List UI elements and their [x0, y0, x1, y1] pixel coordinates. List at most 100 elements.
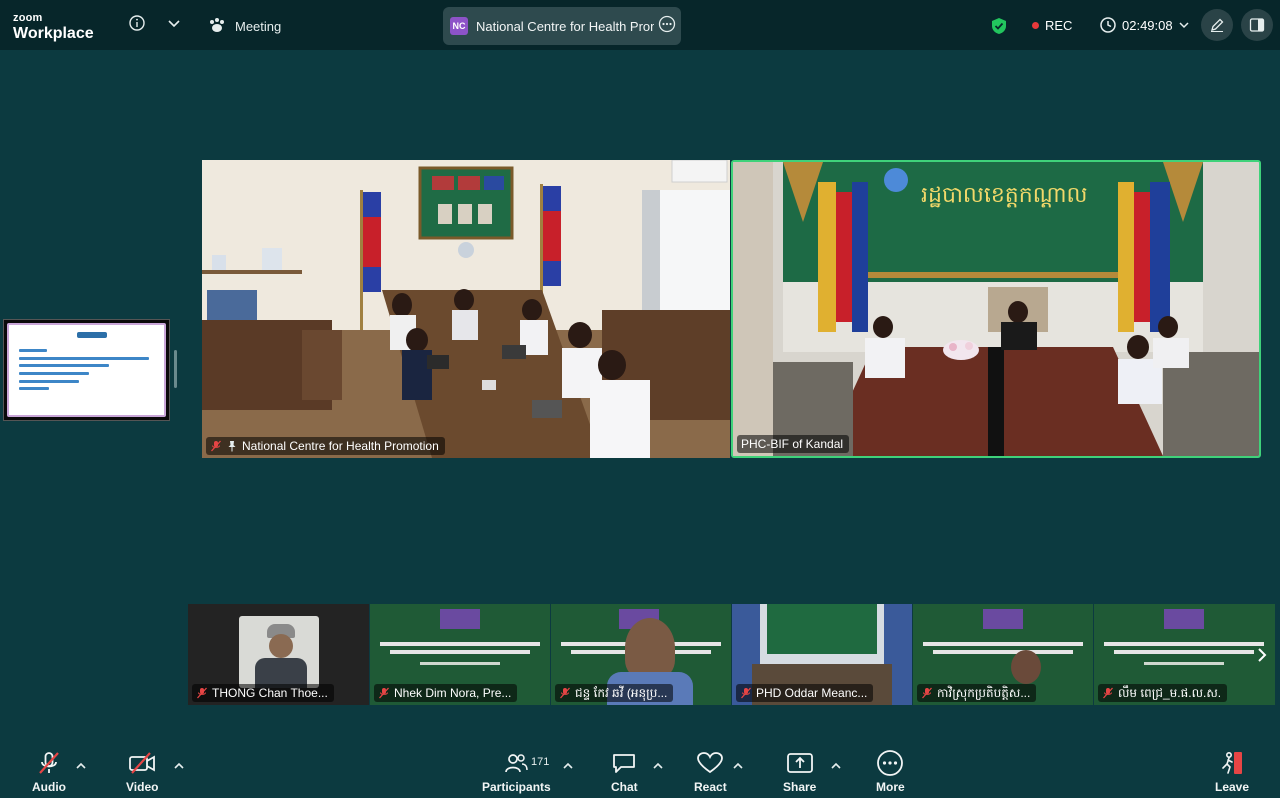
participants-label: Participants	[482, 780, 551, 794]
leave-label: Leave	[1215, 780, 1250, 794]
mic-muted-icon	[379, 687, 389, 699]
tile-name-label: National Centre for Health Promotion	[206, 437, 445, 455]
mic-muted-icon	[211, 440, 221, 452]
pencil-icon	[1211, 18, 1224, 32]
more-icon	[877, 750, 904, 776]
chat-button[interactable]: Chat	[611, 748, 638, 794]
participant-name: National Centre for Health Promotion	[242, 439, 439, 453]
video-tile-phc-bif-kandal[interactable]: រដ្ឋបាលខេត្តកណ្ដាល PHC-BIF of Kandal	[731, 160, 1261, 458]
poster-line	[390, 650, 530, 654]
mic-muted-icon	[1103, 687, 1113, 699]
pin-icon	[228, 441, 236, 452]
slide-line	[19, 372, 89, 375]
react-options-caret[interactable]	[733, 756, 743, 774]
meeting-paw-icon[interactable]	[207, 16, 227, 34]
video-tile-phd-oddar-meanchey[interactable]: PHD Oddar Meanc...	[732, 604, 912, 705]
react-button[interactable]: React	[694, 748, 727, 794]
share-label: Share	[783, 780, 817, 794]
leave-button[interactable]: Leave	[1215, 748, 1249, 794]
audio-options-caret[interactable]	[76, 756, 86, 774]
chat-options-caret[interactable]	[653, 756, 663, 774]
video-options-caret[interactable]	[174, 756, 184, 774]
video-tile-nhek-dim-nora[interactable]: Nhek Dim Nora, Pre...	[370, 604, 550, 705]
poster-line	[933, 650, 1073, 654]
participant-name: ជន្ទ កែវ ឆវី (អនុប្រ...	[575, 686, 668, 700]
person-face	[625, 618, 675, 678]
participants-button[interactable]: Participants	[482, 748, 551, 794]
chat-icon	[613, 754, 636, 773]
info-icon[interactable]	[128, 14, 146, 32]
participant-name: កាវិស្រុកប្រតិបត្តិស...	[937, 686, 1031, 700]
tile-name-label: PHD Oddar Meanc...	[736, 684, 874, 702]
clock-icon	[1100, 17, 1116, 33]
tile-name-label: THONG Chan Thoe...	[192, 684, 334, 702]
tile-name-label: លឹម ពេជ្រ_ម.ផ.ល.ស.	[1098, 684, 1228, 702]
meeting-initials: NC	[450, 17, 468, 35]
more-button[interactable]: More	[876, 748, 905, 794]
video-tile-thong-chan[interactable]: THONG Chan Thoe...	[188, 604, 369, 705]
chevron-right-icon	[1258, 648, 1267, 662]
participant-strip: THONG Chan Thoe... Nhek Dim Nora, Pre...…	[188, 604, 1275, 705]
participants-options-caret[interactable]	[563, 756, 573, 774]
recording-dot	[1032, 22, 1039, 29]
poster-line	[1114, 650, 1254, 654]
video-label: Video	[126, 780, 159, 794]
participant-name: PHD Oddar Meanc...	[756, 686, 868, 700]
layout-icon	[1249, 18, 1265, 32]
next-page-button[interactable]	[1252, 640, 1272, 670]
panel-resize-handle[interactable]	[174, 350, 177, 388]
brand-zoom: zoom	[13, 12, 43, 24]
meeting-title-pill[interactable]: NC National Centre for Health Promotion	[443, 7, 681, 45]
brand-workplace: Workplace	[13, 25, 94, 42]
slide-line	[19, 387, 49, 390]
rec-label: REC	[1045, 18, 1073, 33]
room-backdrop	[767, 604, 877, 654]
video-tile-lim-pech[interactable]: លឹម ពេជ្រ_ម.ផ.ល.ស.	[1094, 604, 1275, 705]
video-tile-national-centre[interactable]: National Centre for Health Promotion	[202, 160, 730, 458]
video-button[interactable]: Video	[126, 748, 158, 794]
tile-name-label: Nhek Dim Nora, Pre...	[374, 684, 518, 702]
mic-muted-icon	[741, 687, 751, 699]
share-screen-icon	[786, 753, 813, 773]
room-video-feed: រដ្ឋបាលខេត្តកណ្ដាល	[733, 162, 1259, 456]
more-options-icon[interactable]	[658, 15, 676, 38]
react-label: React	[694, 780, 727, 794]
chat-label: Chat	[611, 780, 638, 794]
shared-screen-preview[interactable]	[3, 319, 170, 421]
timer-value: 02:49:08	[1122, 17, 1173, 33]
shield-check-icon[interactable]	[990, 16, 1008, 36]
participants-count: 171	[531, 756, 550, 768]
tile-name-label: ជន្ទ កែវ ឆវី (អនុប្រ...	[555, 684, 674, 702]
leave-icon	[1222, 751, 1243, 774]
video-tile-chhun-kaev[interactable]: ជន្ទ កែវ ឆវី (អនុប្រ...	[551, 604, 731, 705]
mic-muted-icon	[560, 687, 570, 699]
annotate-button[interactable]	[1201, 9, 1233, 41]
audio-button[interactable]: Audio	[32, 748, 66, 794]
slide-line	[19, 380, 79, 383]
poster-line	[1144, 662, 1224, 665]
poster-line	[923, 642, 1083, 646]
slide-line	[19, 364, 109, 367]
svg-text:រដ្ឋបាលខេត្តកណ្ដាល: រដ្ឋបាលខេត្តកណ្ដាល	[921, 183, 1088, 208]
share-options-caret[interactable]	[831, 756, 841, 774]
poster-line	[380, 642, 540, 646]
meeting-label[interactable]: Meeting	[235, 19, 281, 34]
participants-icon	[505, 754, 529, 773]
top-bar: zoom Workplace Meeting NC National Centr…	[0, 0, 1280, 50]
meeting-timer[interactable]: 02:49:08	[1100, 17, 1189, 33]
chevron-down-icon[interactable]	[166, 16, 182, 32]
participant-name: THONG Chan Thoe...	[212, 686, 328, 700]
more-label: More	[876, 780, 905, 794]
share-button[interactable]: Share	[783, 748, 816, 794]
room-video-feed	[202, 160, 730, 458]
participant-name: Nhek Dim Nora, Pre...	[394, 686, 512, 700]
slide-heading	[77, 332, 107, 338]
view-layout-button[interactable]	[1241, 9, 1273, 41]
tile-name-label: កាវិស្រុកប្រតិបត្តិស...	[917, 684, 1037, 702]
slide-line	[19, 357, 149, 360]
poster-logo	[1164, 609, 1204, 629]
heart-icon	[697, 752, 724, 774]
video-tile-participant-5[interactable]: កាវិស្រុកប្រតិបត្តិស...	[913, 604, 1093, 705]
recording-indicator[interactable]: REC	[1032, 18, 1072, 33]
video-off-icon	[129, 752, 156, 774]
